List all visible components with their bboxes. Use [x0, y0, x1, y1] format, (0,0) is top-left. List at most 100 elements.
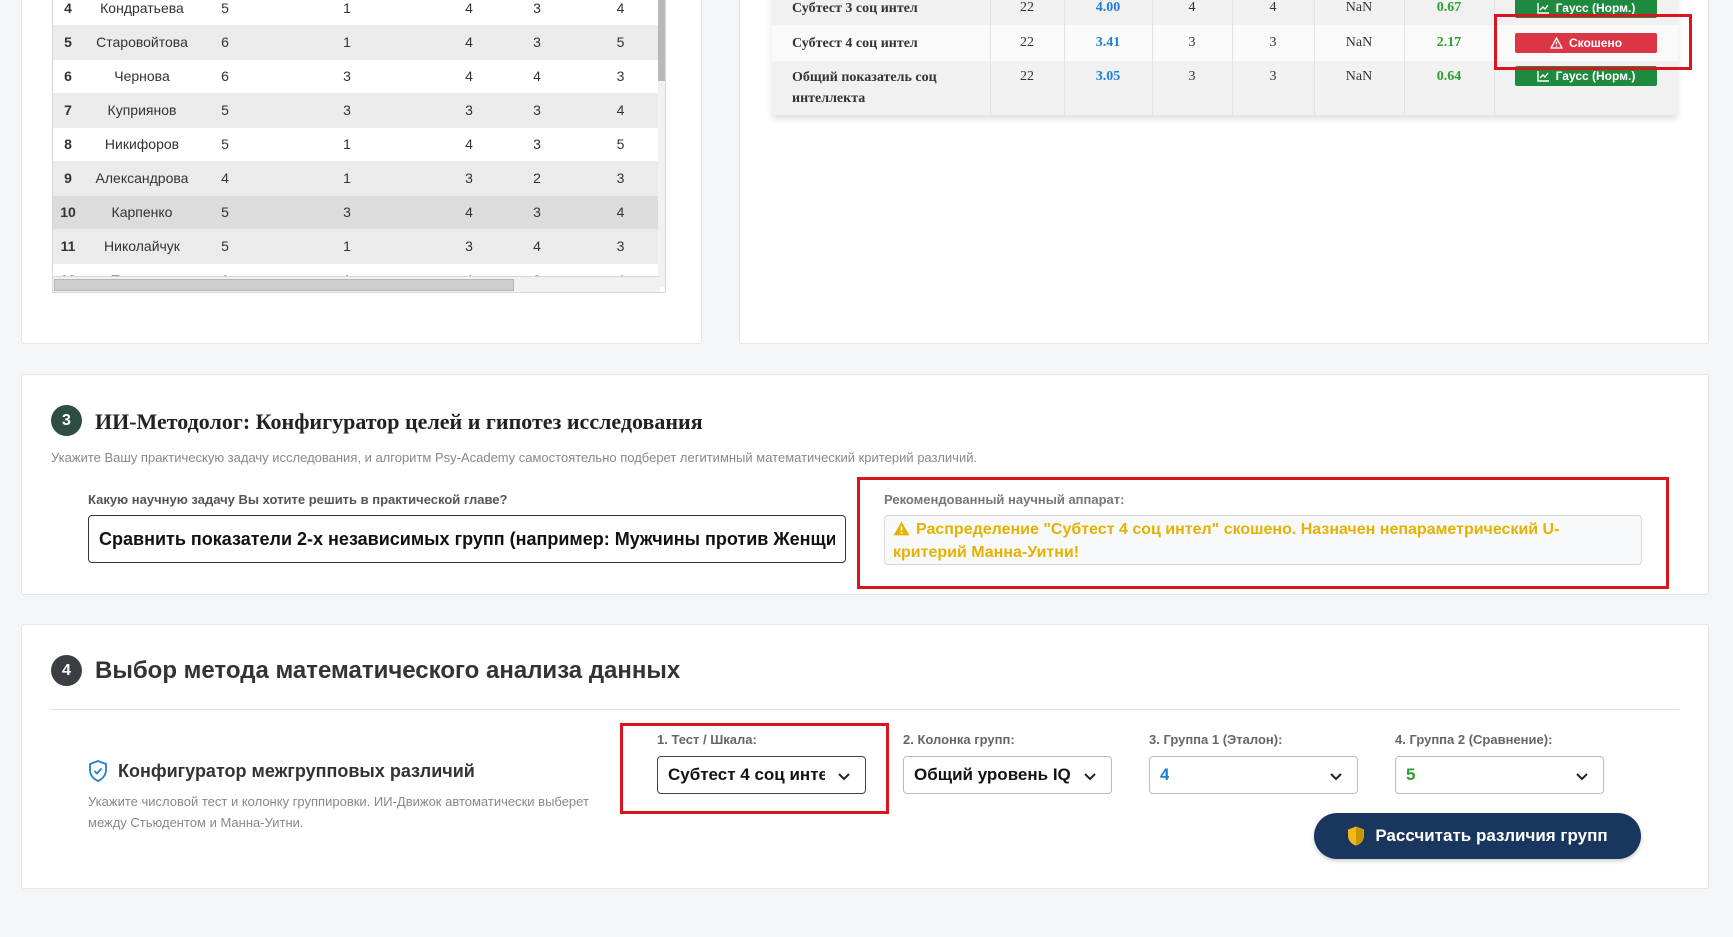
- stat-mode: 3: [1232, 25, 1315, 61]
- descriptive-stats-table: Субтест 3 соц интел 22 4.00 4 4 NaN 0.67…: [772, 0, 1678, 115]
- stat-value: 0.64: [1404, 61, 1495, 115]
- row-name: Куприянов: [83, 93, 201, 128]
- stat-n: 22: [990, 61, 1065, 115]
- section-title: Выбор метода математического анализа дан…: [95, 657, 681, 684]
- row-name: Александрова: [83, 161, 201, 196]
- scale-name: Общий показатель соц интеллекта: [772, 61, 991, 115]
- table-row: 10 Карпенко 5 3 4 3 4: [53, 195, 660, 230]
- stat-extra: NaN: [1314, 61, 1405, 115]
- table-row: 9 Александрова 4 1 3 2 3: [53, 161, 660, 196]
- badge-label: Скошено: [1568, 35, 1623, 50]
- stats-row: Субтест 3 соц интел 22 4.00 4 4 NaN 0.67…: [772, 0, 1678, 25]
- row-number: 8: [53, 127, 83, 162]
- recommendation-label: Рекомендованный научный аппарат:: [884, 492, 1125, 507]
- chevron-down-icon: [1330, 773, 1342, 781]
- chevron-down-icon: [1084, 773, 1096, 781]
- methodologist-section: 3 ИИ-Методолог: Конфигуратор целей и гип…: [21, 374, 1709, 595]
- row-cell: 3: [493, 93, 581, 128]
- row-cell: 1: [249, 25, 445, 60]
- research-task-label: Какую научную задачу Вы хотите решить в …: [88, 492, 508, 507]
- respondents-table: 4 Кондратьева 5 1 4 3 4 5 Старовойтова 6…: [53, 0, 660, 292]
- row-cell: 4: [445, 195, 493, 230]
- row-cell: 4: [445, 0, 493, 26]
- group2-select[interactable]: 5: [1395, 756, 1604, 794]
- shield-check-icon: [89, 760, 107, 782]
- row-cell: 3: [493, 0, 581, 26]
- row-cell: 4: [445, 25, 493, 60]
- recommendation-box: Распределение "Субтест 4 соц интел" скош…: [884, 515, 1642, 565]
- row-cell: 4: [581, 195, 660, 230]
- stat-n: 22: [990, 0, 1065, 25]
- configurator-description: Укажите числовой тест и колонку группиро…: [88, 794, 589, 830]
- table-row: 11 Николайчук 5 1 3 4 3: [53, 229, 660, 264]
- stat-extra: NaN: [1314, 0, 1405, 25]
- stat-median: 3: [1152, 61, 1233, 115]
- row-number: 7: [53, 93, 83, 128]
- stat-extra: NaN: [1314, 25, 1405, 61]
- chevron-down-icon: [1576, 773, 1588, 781]
- group-column-label: 2. Колонка групп:: [903, 732, 1015, 747]
- recommendation-text: Распределение "Субтест 4 соц интел" скош…: [893, 521, 1560, 561]
- stat-mean: 4.00: [1064, 0, 1153, 25]
- row-number: 10: [53, 195, 83, 230]
- data-table-scroll-area[interactable]: 4 Кондратьева 5 1 4 3 4 5 Старовойтова 6…: [52, 0, 666, 293]
- row-cell: 3: [493, 25, 581, 60]
- select-value: 5: [1406, 765, 1416, 784]
- stat-mode: 3: [1232, 61, 1315, 115]
- row-name: Кондратьева: [83, 0, 201, 26]
- row-cell: 4: [445, 127, 493, 162]
- horizontal-scrollbar[interactable]: [53, 276, 660, 292]
- gauss-badge[interactable]: Гаусс (Норм.): [1515, 66, 1657, 86]
- row-name: Старовойтова: [83, 25, 201, 60]
- calculate-group-differences-button[interactable]: Рассчитать различия групп: [1314, 813, 1641, 859]
- row-name: Никифоров: [83, 127, 201, 162]
- row-cell: 5: [581, 25, 660, 60]
- horizontal-scrollbar-thumb[interactable]: [54, 279, 514, 291]
- stat-mean: 3.41: [1064, 25, 1153, 61]
- row-cell: 5: [581, 127, 660, 162]
- row-cell: 3: [445, 161, 493, 196]
- select-value: Субтест 4 соц интел: [668, 765, 825, 784]
- row-cell: 5: [201, 127, 249, 162]
- skewed-badge[interactable]: Скошено: [1515, 32, 1657, 53]
- table-row: 8 Никифоров 5 1 4 3 5: [53, 127, 660, 162]
- group1-select[interactable]: 4: [1149, 756, 1358, 794]
- row-cell: 3: [581, 161, 660, 196]
- button-label: Рассчитать различия групп: [1375, 826, 1608, 845]
- stats-row: Субтест 4 соц интел 22 3.41 3 3 NaN 2.17…: [772, 25, 1678, 61]
- row-cell: 2: [493, 161, 581, 196]
- group-column-select[interactable]: Общий уровень IQ: [903, 756, 1112, 794]
- row-cell: 3: [581, 59, 660, 94]
- row-cell: 4: [581, 0, 660, 26]
- row-cell: 1: [249, 0, 445, 26]
- row-number: 6: [53, 59, 83, 94]
- row-cell: 4: [493, 229, 581, 264]
- analysis-method-section: 4 Выбор метода математического анализа д…: [21, 624, 1709, 889]
- vertical-scrollbar-thumb[interactable]: [658, 0, 665, 81]
- section-title: ИИ-Методолог: Конфигуратор целей и гипот…: [95, 409, 703, 434]
- row-name: Карпенко: [83, 195, 201, 230]
- step-number-badge: 3: [51, 405, 82, 436]
- chevron-down-icon: [838, 773, 850, 781]
- data-table-card: 4 Кондратьева 5 1 4 3 4 5 Старовойтова 6…: [21, 0, 702, 344]
- row-cell: 6: [201, 25, 249, 60]
- stat-value: 0.67: [1404, 0, 1495, 25]
- row-number: 4: [53, 0, 83, 26]
- row-number: 11: [53, 229, 83, 264]
- section-subtitle: Укажите Вашу практическую задачу исследо…: [51, 450, 978, 465]
- research-task-input[interactable]: [88, 515, 846, 563]
- group1-label: 3. Группа 1 (Эталон):: [1149, 732, 1283, 747]
- select-value: 4: [1160, 765, 1170, 784]
- group2-label: 4. Группа 2 (Сравнение):: [1395, 732, 1553, 747]
- stats-table-wrap: Субтест 3 соц интел 22 4.00 4 4 NaN 0.67…: [772, 0, 1678, 115]
- row-cell: 4: [493, 59, 581, 94]
- configurator-title: Конфигуратор межгрупповых различий: [118, 761, 475, 781]
- row-cell: 4: [445, 59, 493, 94]
- gauss-badge[interactable]: Гаусс (Норм.): [1515, 0, 1657, 18]
- test-scale-select[interactable]: Субтест 4 соц интел: [657, 756, 866, 794]
- table-row: 5 Старовойтова 6 1 4 3 5: [53, 25, 660, 60]
- stat-median: 4: [1152, 0, 1233, 25]
- shield-icon: [1348, 826, 1365, 846]
- warning-triangle-icon: [893, 521, 910, 536]
- vertical-scrollbar[interactable]: [658, 0, 665, 287]
